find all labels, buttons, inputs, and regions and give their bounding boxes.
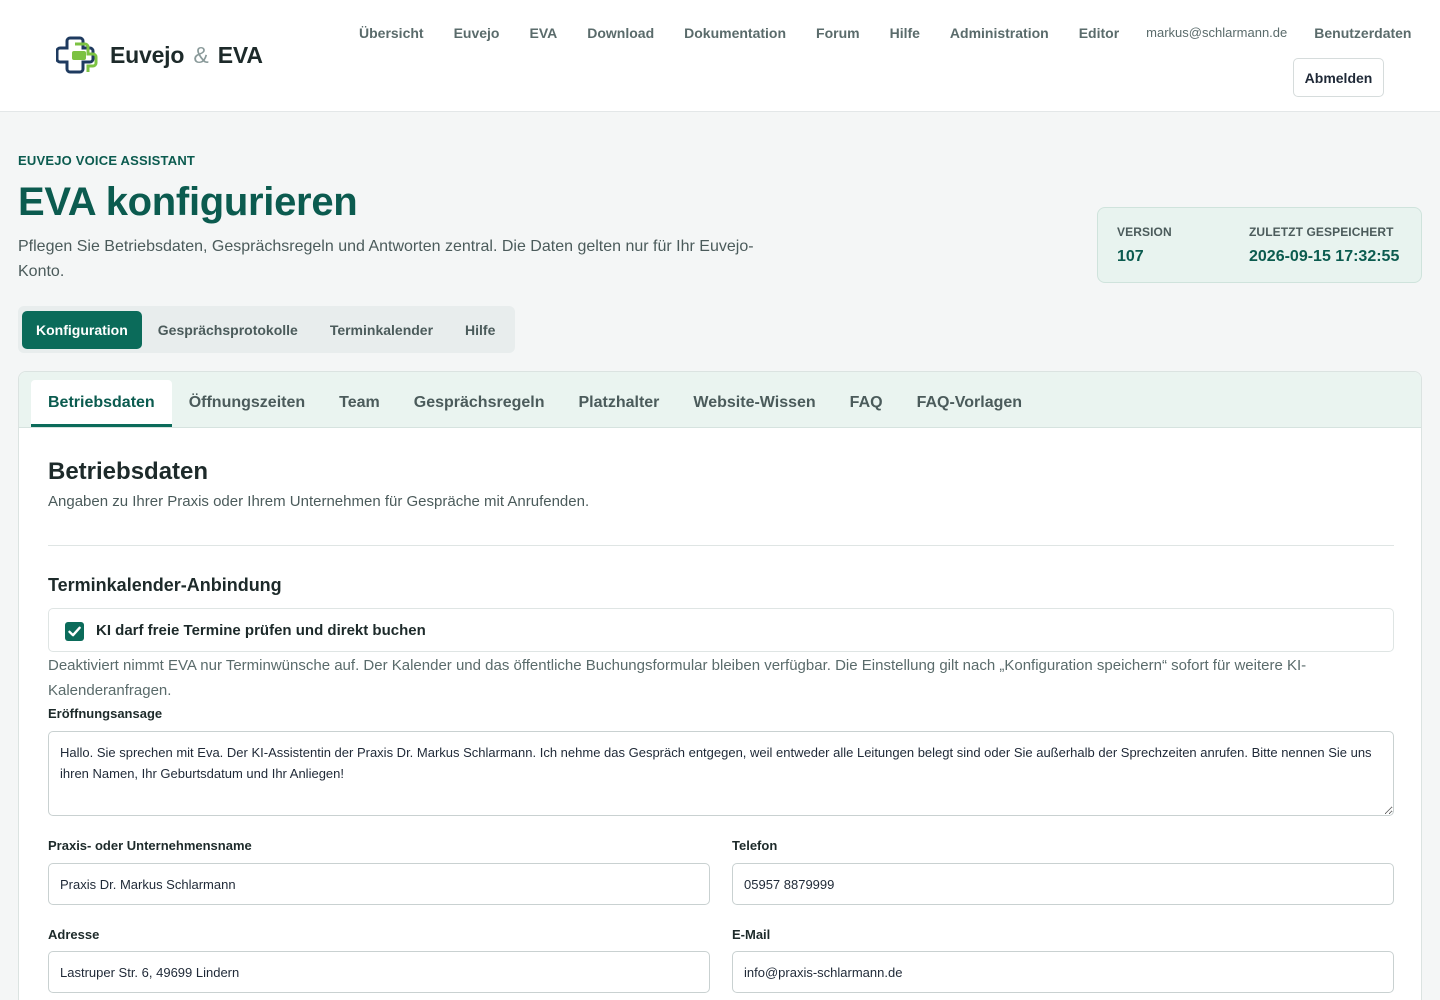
- version-label: VERSION: [1117, 225, 1172, 239]
- nav-item-administration[interactable]: Administration: [935, 24, 1064, 42]
- config-panel: Betriebsdaten Öffnungszeiten Team Gesprä…: [18, 371, 1422, 1000]
- nav-item-hilfe[interactable]: Hilfe: [875, 24, 935, 42]
- tab-konfiguration[interactable]: Konfiguration: [22, 310, 142, 349]
- section-description: Angaben zu Ihrer Praxis oder Ihrem Unter…: [48, 493, 590, 510]
- nav-item-euvejo[interactable]: Euvejo: [439, 24, 515, 42]
- ai-booking-option[interactable]: KI darf freie Termine prüfen und direkt …: [48, 608, 1394, 652]
- nav-item-benutzerdaten[interactable]: Benutzerdaten: [1299, 24, 1426, 42]
- subtab-betriebsdaten[interactable]: Betriebsdaten: [31, 380, 172, 427]
- euvejo-logo-icon: [56, 36, 98, 74]
- tab-gespraechsprotokolle[interactable]: Gesprächsprotokolle: [142, 311, 314, 349]
- brand[interactable]: Euvejo & EVA: [56, 34, 263, 76]
- greeting-label: Eröffnungsansage: [48, 706, 163, 721]
- section-title: Betriebsdaten: [48, 458, 209, 485]
- tab-terminkalender[interactable]: Terminkalender: [314, 311, 449, 349]
- calendar-group-title: Terminkalender-Anbindung: [48, 575, 282, 595]
- version-card: VERSION 107 ZULETZT GESPEICHERT 2026-09-…: [1097, 207, 1422, 283]
- checkmark-icon: [68, 626, 81, 637]
- section-divider: [48, 545, 1394, 546]
- phone-label: Telefon: [732, 838, 778, 853]
- nav-item-uebersicht[interactable]: Übersicht: [344, 24, 439, 42]
- version-value: 107: [1117, 248, 1144, 265]
- nav-item-eva[interactable]: EVA: [514, 24, 572, 42]
- brand-name: Euvejo & EVA: [110, 41, 263, 68]
- subtab-website-wissen[interactable]: Website-Wissen: [676, 380, 832, 427]
- last-saved-label: ZULETZT GESPEICHERT: [1249, 225, 1394, 239]
- address-label: Adresse: [48, 927, 100, 942]
- company-name-label: Praxis- oder Unternehmensname: [48, 838, 252, 853]
- page-title: EVA konfigurieren: [18, 180, 358, 224]
- company-name-input[interactable]: [48, 863, 710, 905]
- greeting-textarea[interactable]: Hallo. Sie sprechen mit Eva. Der KI-Assi…: [48, 731, 1394, 816]
- phone-input[interactable]: [732, 863, 1394, 905]
- email-input[interactable]: [732, 951, 1394, 993]
- last-saved-value: 2026-09-15 17:32:55: [1249, 248, 1400, 265]
- sub-tab-bar: Betriebsdaten Öffnungszeiten Team Gesprä…: [19, 372, 1421, 428]
- nav-item-download[interactable]: Download: [572, 24, 669, 42]
- subtab-faq[interactable]: FAQ: [833, 380, 900, 427]
- address-input[interactable]: [48, 951, 710, 993]
- subtab-faq-vorlagen[interactable]: FAQ-Vorlagen: [900, 380, 1040, 427]
- subtab-team[interactable]: Team: [322, 380, 397, 427]
- email-label: E-Mail: [732, 927, 771, 942]
- ai-booking-checkbox[interactable]: [65, 622, 84, 641]
- ai-booking-label: KI darf freie Termine prüfen und direkt …: [96, 622, 426, 639]
- nav-item-dokumentation[interactable]: Dokumentation: [669, 24, 801, 42]
- nav-item-forum[interactable]: Forum: [801, 24, 875, 42]
- main-nav: Übersicht Euvejo EVA Download Dokumentat…: [344, 24, 1426, 42]
- page-kicker: EUVEJO VOICE ASSISTANT: [18, 153, 196, 168]
- subtab-gespraechsregeln[interactable]: Gesprächsregeln: [397, 380, 562, 427]
- subtab-oeffnungszeiten[interactable]: Öffnungszeiten: [172, 380, 322, 427]
- primary-tabs: Konfiguration Gesprächsprotokolle Termin…: [18, 306, 516, 353]
- page-description: Pflegen Sie Betriebsdaten, Gesprächsrege…: [18, 238, 754, 280]
- nav-item-editor[interactable]: Editor: [1064, 24, 1134, 42]
- ai-booking-help: Deaktiviert nimmt EVA nur Terminwünsche …: [48, 657, 1307, 699]
- tab-hilfe[interactable]: Hilfe: [449, 311, 511, 349]
- subtab-platzhalter[interactable]: Platzhalter: [561, 380, 676, 427]
- logout-button[interactable]: Abmelden: [1293, 58, 1384, 97]
- top-navigation-bar: Euvejo & EVA Übersicht Euvejo EVA Downlo…: [0, 0, 1440, 112]
- user-email: markus@schlarmann.de: [1146, 25, 1288, 40]
